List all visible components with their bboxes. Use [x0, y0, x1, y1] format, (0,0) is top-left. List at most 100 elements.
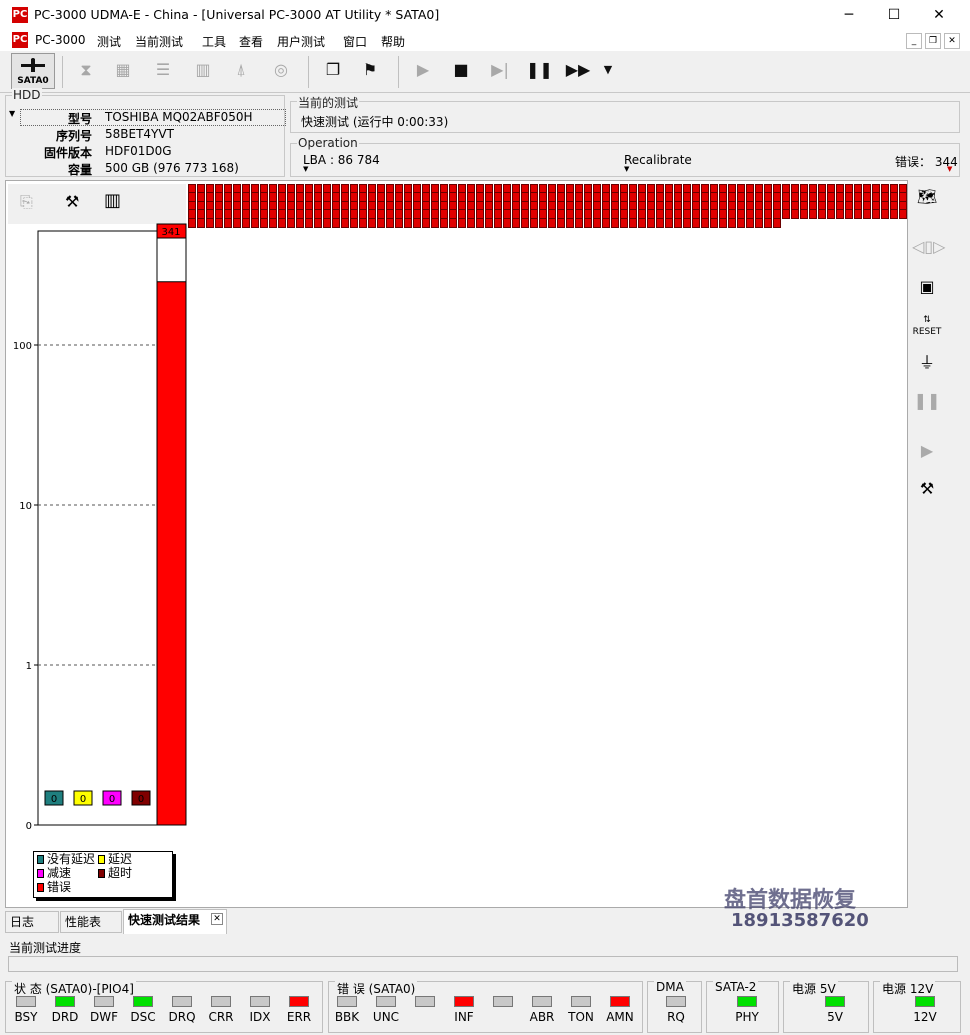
- error-block[interactable]: [332, 217, 340, 228]
- error-block[interactable]: [242, 217, 250, 228]
- menu-item-tools[interactable]: 工具: [202, 33, 226, 50]
- error-block[interactable]: [719, 217, 727, 228]
- error-dropdown-icon[interactable]: ▼: [947, 165, 952, 173]
- error-block[interactable]: [557, 217, 565, 228]
- error-block[interactable]: [620, 217, 628, 228]
- error-block[interactable]: [494, 217, 502, 228]
- error-block[interactable]: [440, 217, 448, 228]
- error-block[interactable]: [305, 217, 313, 228]
- error-block[interactable]: [503, 217, 511, 228]
- error-block[interactable]: [728, 217, 736, 228]
- error-block[interactable]: [413, 217, 421, 228]
- fast-forward-icon[interactable]: ▶▶: [565, 57, 591, 83]
- mdi-close-button[interactable]: ✕: [944, 33, 960, 49]
- error-block[interactable]: [431, 217, 439, 228]
- error-block[interactable]: [197, 217, 205, 228]
- menu-item-help[interactable]: 帮助: [381, 33, 405, 50]
- error-block[interactable]: [278, 217, 286, 228]
- error-block[interactable]: [566, 217, 574, 228]
- heads-icon[interactable]: ◁▯▷: [912, 232, 945, 262]
- operation-dropdown-icon[interactable]: ▼: [624, 165, 629, 173]
- error-block[interactable]: [215, 217, 223, 228]
- error-block[interactable]: [854, 209, 862, 220]
- tb-heads-icon[interactable]: ⍋: [228, 57, 254, 83]
- error-block[interactable]: [827, 209, 835, 220]
- maximize-button[interactable]: ☐: [879, 4, 909, 26]
- error-block[interactable]: [818, 209, 826, 220]
- tb-chip-icon[interactable]: ▦: [110, 57, 136, 83]
- error-block[interactable]: [755, 217, 763, 228]
- tb-runner-icon[interactable]: ⚑: [357, 57, 383, 83]
- error-block[interactable]: [341, 217, 349, 228]
- error-block[interactable]: [737, 217, 745, 228]
- play-icon[interactable]: ▶: [410, 57, 436, 83]
- error-block[interactable]: [899, 209, 907, 220]
- error-block[interactable]: [584, 217, 592, 228]
- error-block[interactable]: [476, 217, 484, 228]
- reset-icon[interactable]: ⇅ RESET: [912, 310, 942, 340]
- error-block[interactable]: [314, 217, 322, 228]
- error-block[interactable]: [251, 217, 259, 228]
- error-block[interactable]: [638, 217, 646, 228]
- menu-item-test[interactable]: 测试: [97, 33, 121, 50]
- tb-list-icon[interactable]: ☰: [150, 57, 176, 83]
- error-block[interactable]: [647, 217, 655, 228]
- tools-icon[interactable]: ⚒: [65, 192, 79, 211]
- error-block[interactable]: [458, 217, 466, 228]
- board-icon[interactable]: ▣: [912, 272, 942, 302]
- error-block[interactable]: [512, 217, 520, 228]
- lba-dropdown-icon[interactable]: ▼: [303, 165, 308, 173]
- error-block[interactable]: [287, 217, 295, 228]
- arrow-right-icon[interactable]: ▶: [912, 436, 942, 466]
- histogram-icon[interactable]: ▥: [104, 190, 121, 211]
- tab-close-icon[interactable]: ✕: [211, 913, 223, 925]
- error-block[interactable]: [764, 217, 772, 228]
- menu-item-pc3000[interactable]: PC-3000: [35, 33, 85, 47]
- menu-item-window[interactable]: 窗口: [343, 33, 367, 50]
- error-block[interactable]: [683, 217, 691, 228]
- mdi-minimize-button[interactable]: _: [906, 33, 922, 49]
- minimize-button[interactable]: ─: [834, 4, 864, 26]
- error-block[interactable]: [260, 217, 268, 228]
- error-block[interactable]: [377, 217, 385, 228]
- error-block[interactable]: [404, 217, 412, 228]
- error-block[interactable]: [863, 209, 871, 220]
- error-block[interactable]: [692, 217, 700, 228]
- error-block[interactable]: [296, 217, 304, 228]
- tb-windows-icon[interactable]: ❐: [320, 57, 346, 83]
- error-block[interactable]: [746, 217, 754, 228]
- tab-performance[interactable]: 性能表: [60, 911, 122, 933]
- sata0-port-button[interactable]: SATA0: [11, 53, 55, 89]
- error-block[interactable]: [224, 217, 232, 228]
- error-block[interactable]: [530, 217, 538, 228]
- tools-side-icon[interactable]: ⚒: [912, 474, 942, 504]
- tab-quick-test-results[interactable]: 快速测试结果 ✕: [123, 909, 227, 934]
- export-icon[interactable]: ⎘: [20, 192, 33, 212]
- tab-log[interactable]: 日志: [5, 911, 59, 933]
- step-icon[interactable]: ▶|: [487, 57, 513, 83]
- error-block[interactable]: [395, 217, 403, 228]
- error-block[interactable]: [701, 217, 709, 228]
- menu-item-user-test[interactable]: 用户测试: [277, 33, 325, 50]
- error-block[interactable]: [539, 217, 547, 228]
- error-block[interactable]: [188, 217, 196, 228]
- error-block[interactable]: [665, 217, 673, 228]
- tb-bars-icon[interactable]: ▥: [190, 57, 216, 83]
- error-block[interactable]: [611, 217, 619, 228]
- error-block[interactable]: [593, 217, 601, 228]
- pause-icon[interactable]: ❚❚: [526, 57, 553, 83]
- error-block[interactable]: [350, 217, 358, 228]
- dropdown-arrow-icon[interactable]: ▼: [595, 57, 621, 83]
- error-block[interactable]: [782, 209, 790, 220]
- error-block[interactable]: [872, 209, 880, 220]
- error-block[interactable]: [233, 217, 241, 228]
- menu-item-current-test[interactable]: 当前测试: [135, 33, 183, 50]
- error-block[interactable]: [548, 217, 556, 228]
- error-block[interactable]: [485, 217, 493, 228]
- error-block[interactable]: [449, 217, 457, 228]
- menu-item-view[interactable]: 查看: [239, 33, 263, 50]
- error-block[interactable]: [809, 209, 817, 220]
- error-block[interactable]: [368, 217, 376, 228]
- error-block[interactable]: [386, 217, 394, 228]
- map-info-icon[interactable]: 🗺: [912, 182, 942, 212]
